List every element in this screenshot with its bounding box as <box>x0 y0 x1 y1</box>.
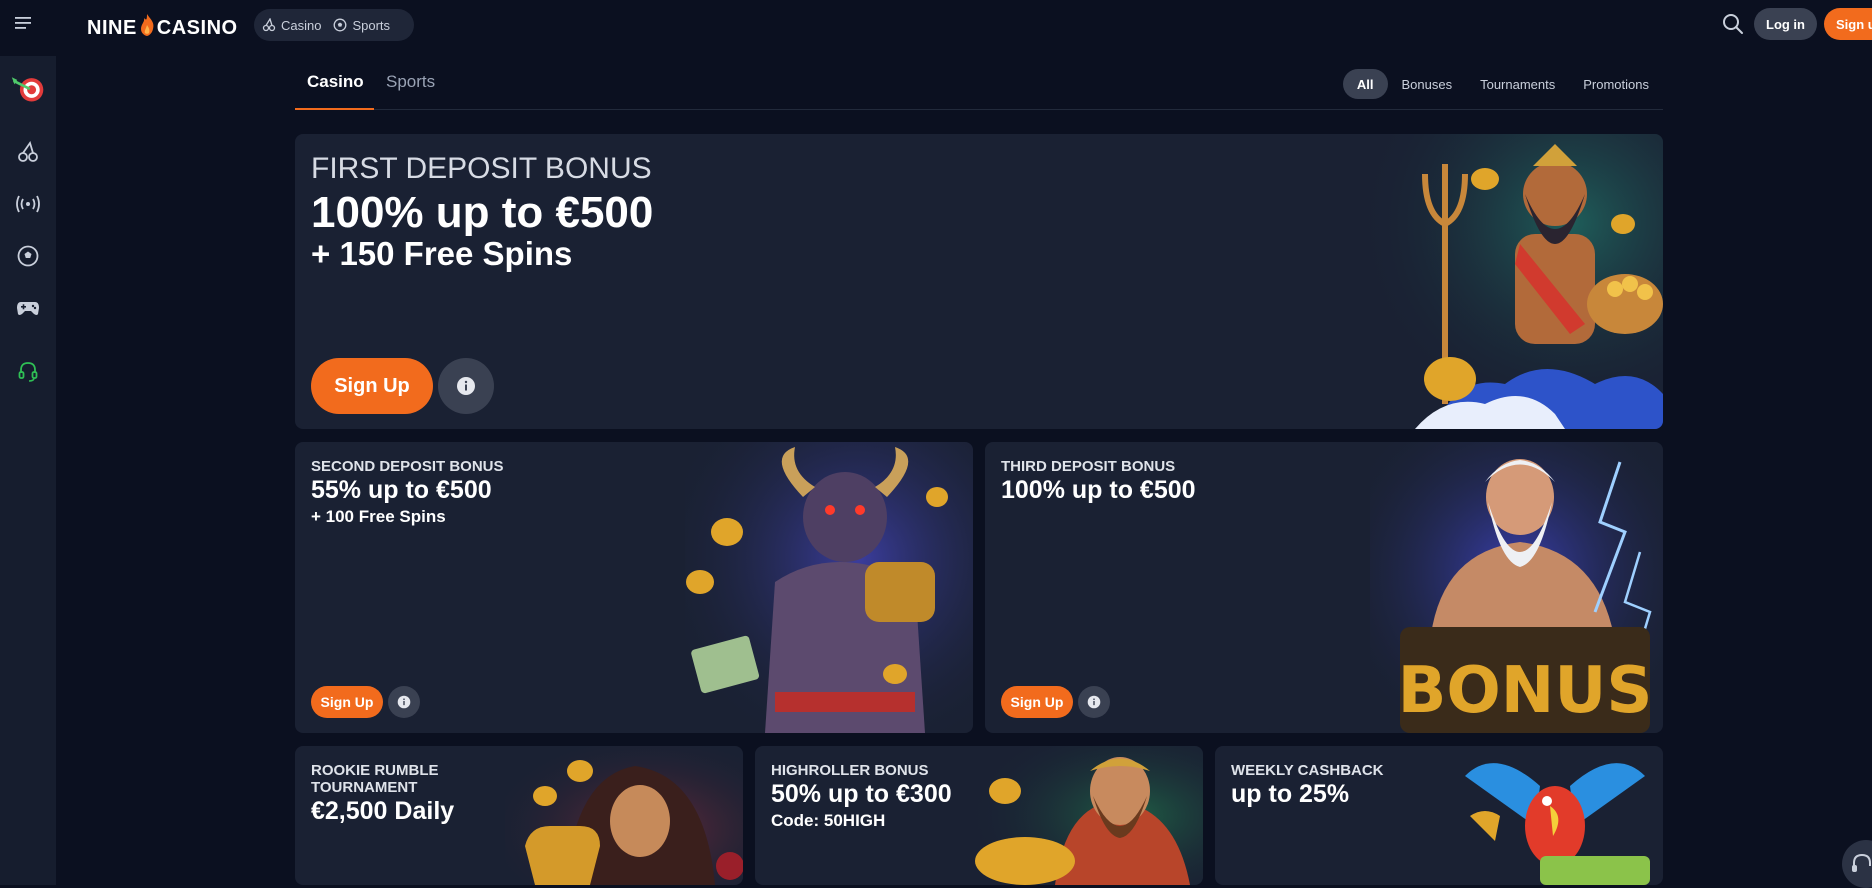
soccer-ball-icon <box>334 18 347 32</box>
target-dart-icon <box>11 77 44 102</box>
info-icon <box>457 377 475 395</box>
promo-filters: All Bonuses Tournaments Promotions <box>1342 69 1663 99</box>
top-nav-casino-label: Casino <box>281 17 322 33</box>
third-deposit-label: THIRD DEPOSIT BONUS <box>1001 458 1176 475</box>
logo[interactable]: NINE CASINO <box>87 13 238 43</box>
zeus-illustration: BONUS <box>1370 442 1663 733</box>
sidebar-item-promotions[interactable] <box>10 70 46 106</box>
third-deposit-info-button[interactable] <box>1078 686 1110 718</box>
second-deposit-label: SECOND DEPOSIT BONUS <box>311 458 504 475</box>
sidebar-item-casino[interactable] <box>10 134 46 170</box>
weekly-cashback-card[interactable]: WEEKLY CASHBACK up to 25% <box>1215 746 1663 885</box>
second-deposit-bonus-card[interactable]: SECOND DEPOSIT BONUS 55% up to €500 + 10… <box>295 442 973 733</box>
third-deposit-headline: 100% up to €500 <box>1001 476 1196 504</box>
filter-tournaments[interactable]: Tournaments <box>1466 69 1569 99</box>
sidebar-item-games[interactable] <box>10 290 46 326</box>
gamepad-icon <box>17 302 39 315</box>
sidebar-item-live[interactable] <box>10 186 46 222</box>
bonus-art-text: BONUS <box>1398 654 1653 728</box>
filter-promotions[interactable]: Promotions <box>1569 69 1663 99</box>
cherry-icon <box>262 18 276 32</box>
category-tabs: Casino Sports All Bonuses Tournaments Pr… <box>295 56 1663 110</box>
active-tab-indicator <box>295 108 374 110</box>
top-nav-sports-label: Sports <box>352 17 391 33</box>
headset-icon <box>1852 853 1871 872</box>
logo-text-right: CASINO <box>156 16 238 39</box>
rookie-label-line1: ROOKIE RUMBLE <box>311 762 439 779</box>
soccer-ball-icon <box>17 245 39 267</box>
hamburger-menu-icon[interactable] <box>14 14 32 32</box>
princess-illustration <box>505 746 743 885</box>
weekly-cashback-label: WEEKLY CASHBACK <box>1231 762 1384 779</box>
second-deposit-headline: 55% up to €500 <box>311 476 492 504</box>
logo-text-left: NINE <box>87 16 137 39</box>
hero-info-button[interactable] <box>438 358 494 414</box>
rookie-rumble-card[interactable]: ROOKIE RUMBLE TOURNAMENT €2,500 Daily <box>295 746 743 885</box>
broadcast-icon <box>16 195 40 213</box>
support-chat-button[interactable] <box>1842 840 1872 888</box>
minotaur-illustration <box>685 442 973 733</box>
top-nav-sports[interactable]: Sports <box>333 18 390 33</box>
second-deposit-signup-button[interactable]: Sign Up <box>311 686 383 718</box>
header-signup-button[interactable]: Sign up <box>1824 8 1872 40</box>
cherry-icon <box>18 141 38 162</box>
top-nav: Casino Sports <box>254 9 414 41</box>
sidebar-item-support[interactable] <box>10 354 46 390</box>
tab-sports[interactable]: Sports <box>386 72 435 92</box>
hero-headline: 100% up to €500 <box>311 188 654 237</box>
top-bar: NINE CASINO Casino Sports Log in Sign up <box>0 0 1872 48</box>
parrot-illustration <box>1465 763 1650 885</box>
headset-icon <box>18 362 38 382</box>
second-deposit-subline: + 100 Free Spins <box>311 507 446 526</box>
info-icon <box>1087 695 1101 709</box>
first-deposit-bonus-card[interactable]: FIRST DEPOSIT BONUS 100% up to €500 + 15… <box>295 134 1663 429</box>
search-icon[interactable] <box>1722 13 1744 35</box>
rookie-headline: €2,500 Daily <box>311 797 455 825</box>
weekly-cashback-headline: up to 25% <box>1231 780 1350 808</box>
warrior-illustration <box>965 746 1203 885</box>
rookie-label-line2: TOURNAMENT <box>311 779 418 796</box>
third-deposit-signup-button[interactable]: Sign Up <box>1001 686 1073 718</box>
second-deposit-info-button[interactable] <box>388 686 420 718</box>
hero-label: FIRST DEPOSIT BONUS <box>311 152 652 185</box>
sidebar-item-sports[interactable] <box>10 238 46 274</box>
highroller-bonus-card[interactable]: HIGHROLLER BONUS 50% up to €300 Code: 50… <box>755 746 1203 885</box>
filter-bonuses[interactable]: Bonuses <box>1388 69 1467 99</box>
flame-icon <box>138 13 156 43</box>
sidebar <box>0 56 56 885</box>
poseidon-illustration <box>1355 134 1663 429</box>
tab-casino[interactable]: Casino <box>307 72 364 92</box>
highroller-code: Code: 50HIGH <box>771 811 886 830</box>
third-deposit-bonus-card[interactable]: BONUS THIRD DEPOSIT BONUS 100% up to €50… <box>985 442 1663 733</box>
login-button[interactable]: Log in <box>1754 8 1817 40</box>
hero-subline: + 150 Free Spins <box>311 235 573 272</box>
filter-all[interactable]: All <box>1342 69 1388 99</box>
info-icon <box>397 695 411 709</box>
hero-signup-button[interactable]: Sign Up <box>311 358 433 414</box>
highroller-label: HIGHROLLER BONUS <box>771 762 929 779</box>
highroller-headline: 50% up to €300 <box>771 780 952 808</box>
top-nav-casino[interactable]: Casino <box>262 18 321 33</box>
